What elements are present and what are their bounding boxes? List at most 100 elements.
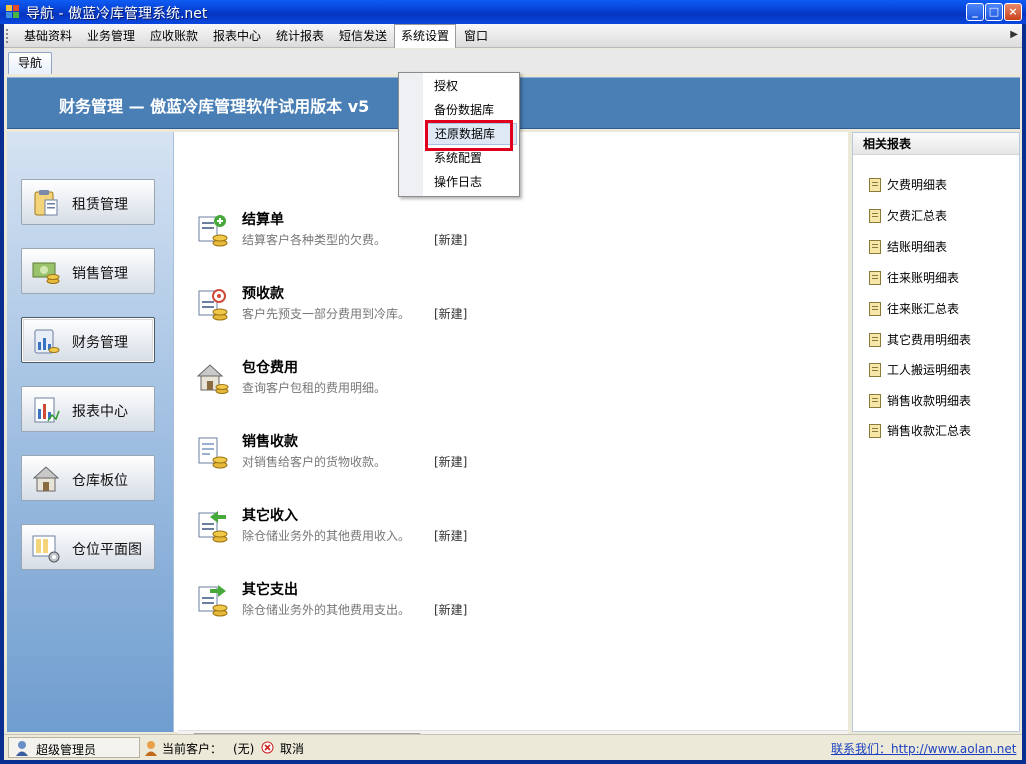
current-user-panel: 超级管理员 (8, 737, 140, 758)
close-button[interactable]: × (1004, 3, 1022, 21)
item-title[interactable]: 其它支出 (242, 579, 298, 599)
new-link[interactable]: [新建] (434, 601, 467, 618)
house-icon (32, 466, 60, 492)
window-title: 导航 - 傲蓝冷库管理系统.net (26, 6, 208, 22)
report-link[interactable]: 往来账汇总表 (869, 300, 959, 318)
prepay-icon (198, 289, 228, 321)
report-label: 工人搬运明细表 (887, 363, 972, 377)
document-icon (869, 424, 881, 438)
menu-basic-data[interactable]: 基础资料 (18, 24, 78, 48)
nav-button-lease[interactable]: 租赁管理 (21, 179, 155, 225)
current-user: 超级管理员 (36, 743, 97, 757)
app-window: 导航 - 傲蓝冷库管理系统.net _ □ × 基础资料 业务管理 应收账款 报… (0, 0, 1026, 764)
menu-item-backup-db[interactable]: 备份数据库 (425, 99, 517, 121)
menu-receivables[interactable]: 应收账款 (144, 24, 204, 48)
status-bar: 超级管理员 当前客户： (无) 取消 联系我们：http://www.aolan… (4, 734, 1022, 760)
report-label: 结账明细表 (887, 240, 948, 254)
clipboard-icon (34, 190, 58, 216)
nav-label-report-center: 报表中心 (72, 404, 128, 420)
report-link[interactable]: 往来账明细表 (869, 269, 959, 287)
expense-icon (198, 585, 228, 617)
menu-business[interactable]: 业务管理 (81, 24, 141, 48)
menu-sms[interactable]: 短信发送 (333, 24, 393, 48)
reports-header: 相关报表 (853, 133, 1019, 155)
dropdown-icon-stripe (399, 73, 423, 196)
income-icon (198, 511, 228, 543)
menu-item-authorize[interactable]: 授权 (425, 75, 517, 97)
tab-navigation[interactable]: 导航 (8, 52, 52, 74)
nav-button-finance[interactable]: 财务管理 (21, 317, 155, 363)
document-icon (869, 363, 881, 377)
item-title[interactable]: 预收款 (242, 283, 284, 303)
menu-report-center[interactable]: 报表中心 (207, 24, 267, 48)
nav-button-floor-plan[interactable]: 仓位平面图 (21, 524, 155, 570)
report-label: 欠费汇总表 (887, 209, 948, 223)
report-link[interactable]: 结账明细表 (869, 238, 947, 256)
list-item-prepayment: 预收款 客户先预支一部分费用到冷库。 [新建] (196, 283, 836, 333)
left-nav-pane: 租赁管理 销售管理 财务管理 报表中心 仓库板位 仓位平面图 (7, 132, 173, 732)
document-icon (869, 209, 881, 223)
finance-icon (34, 329, 60, 354)
new-link[interactable]: [新建] (434, 453, 467, 470)
document-icon (869, 178, 881, 192)
current-customer-label: 当前客户： (162, 742, 223, 756)
document-icon (869, 333, 881, 347)
house-fee-icon (196, 364, 229, 394)
item-desc: 结算客户各种类型的欠费。 (242, 233, 387, 247)
list-item-other-income: 其它收入 除仓储业务外的其他费用收入。 [新建] (196, 505, 836, 555)
item-title[interactable]: 结算单 (242, 209, 284, 229)
banner-title: 财务管理 — 傲蓝冷库管理软件试用版本 v5 (59, 97, 370, 116)
new-link[interactable]: [新建] (434, 231, 467, 248)
report-label: 往来账汇总表 (887, 302, 960, 316)
new-link[interactable]: [新建] (434, 527, 467, 544)
list-item-other-expense: 其它支出 除仓储业务外的其他费用支出。 [新建] (196, 579, 836, 629)
report-link[interactable]: 其它费用明细表 (869, 331, 971, 349)
tab-strip: 导航 (4, 49, 1022, 74)
nav-button-warehouse-slots[interactable]: 仓库板位 (21, 455, 155, 501)
customer-icon (145, 741, 157, 756)
item-title[interactable]: 其它收入 (242, 505, 298, 525)
menu-window[interactable]: 窗口 (458, 24, 494, 48)
item-desc: 除仓储业务外的其他费用支出。 (242, 603, 411, 617)
title-bar: 导航 - 傲蓝冷库管理系统.net _ □ × (0, 0, 1026, 24)
menu-item-operation-log[interactable]: 操作日志 (425, 171, 517, 193)
related-reports-pane: 相关报表 欠费明细表 欠费汇总表 结账明细表 往来账明细表 往来账汇总表 其它费… (852, 132, 1020, 732)
new-link[interactable]: [新建] (434, 305, 467, 322)
document-icon (869, 302, 881, 316)
app-icon (6, 5, 19, 18)
list-item-settlement: 结算单 结算客户各种类型的欠费。 [新建] (196, 209, 836, 259)
report-link[interactable]: 工人搬运明细表 (869, 361, 971, 379)
menu-grip (6, 29, 10, 43)
money-icon (32, 262, 60, 284)
item-title[interactable]: 包仓费用 (242, 357, 298, 377)
item-desc: 对销售给客户的货物收款。 (242, 455, 387, 469)
contact-link[interactable]: 联系我们：http://www.aolan.net (831, 740, 1016, 757)
user-icon (16, 741, 28, 756)
report-label: 往来账明细表 (887, 271, 960, 285)
nav-button-report-center[interactable]: 报表中心 (21, 386, 155, 432)
maximize-button[interactable]: □ (985, 3, 1003, 21)
document-icon (869, 271, 881, 285)
report-link[interactable]: 欠费汇总表 (869, 207, 947, 225)
report-label: 销售收款汇总表 (887, 424, 972, 438)
sales-receipt-icon (198, 437, 228, 469)
menu-system-settings[interactable]: 系统设置 (394, 24, 457, 48)
report-link[interactable]: 销售收款汇总表 (869, 422, 971, 440)
menu-bar: 基础资料 业务管理 应收账款 报表中心 统计报表 短信发送 系统设置 窗口 ▶ (4, 24, 1022, 48)
cancel-button[interactable]: 取消 (280, 740, 304, 757)
report-label: 销售收款明细表 (887, 394, 972, 408)
item-title[interactable]: 销售收款 (242, 431, 298, 451)
cancel-icon[interactable] (261, 741, 274, 754)
report-label: 欠费明细表 (887, 178, 948, 192)
menu-statistics[interactable]: 统计报表 (270, 24, 330, 48)
list-item-sales-receipt: 销售收款 对销售给客户的货物收款。 [新建] (196, 431, 836, 481)
main-content: 结算单 结算客户各种类型的欠费。 [新建] 预收款 客户先预支一部分费用到冷库。… (173, 132, 852, 746)
nav-button-sales[interactable]: 销售管理 (21, 248, 155, 294)
report-link[interactable]: 欠费明细表 (869, 176, 947, 194)
menu-scroll-right-icon[interactable]: ▶ (1010, 29, 1018, 40)
minimize-button[interactable]: _ (966, 3, 984, 21)
nav-label-finance: 财务管理 (72, 335, 128, 351)
current-customer-value: (无) (233, 742, 255, 756)
report-link[interactable]: 销售收款明细表 (869, 392, 971, 410)
highlight-annotation-box (425, 120, 513, 151)
